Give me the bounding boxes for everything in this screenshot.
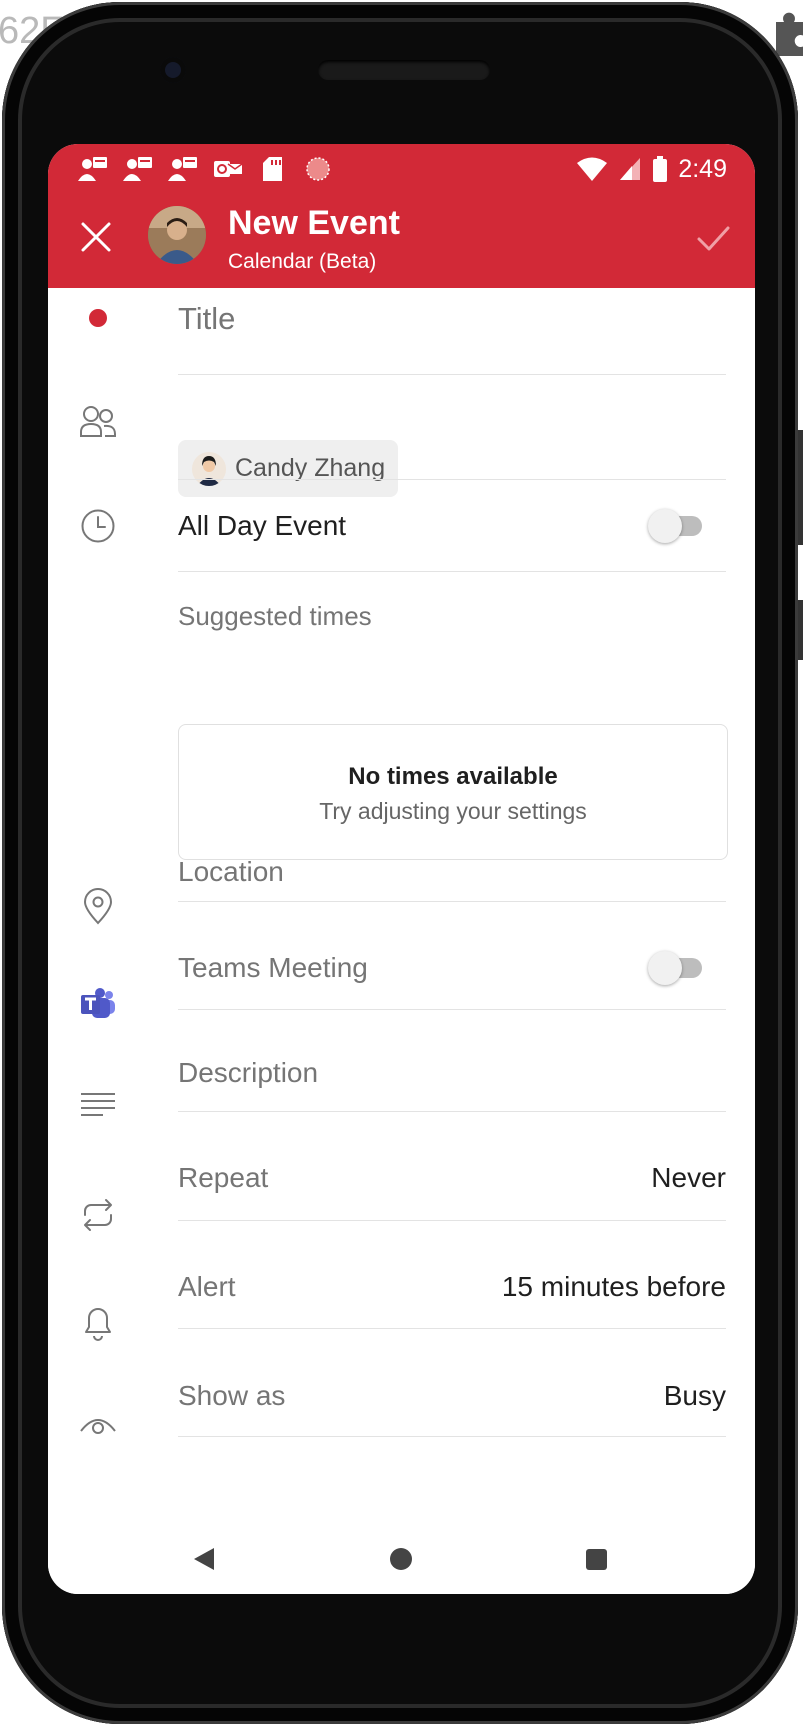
back-button[interactable] <box>194 1548 214 1570</box>
phone-frame: 2:49 New Event Calendar (Beta) Title Can… <box>2 2 798 1724</box>
teams-toggle-knob <box>648 951 682 985</box>
sync-icon <box>303 155 333 183</box>
divider <box>178 1111 726 1112</box>
account-avatar[interactable] <box>148 206 206 264</box>
bell-icon <box>78 1302 118 1342</box>
clock-icon <box>78 506 118 546</box>
home-button[interactable] <box>390 1548 412 1570</box>
page-title: New Event <box>228 204 400 242</box>
battery-icon <box>653 156 668 182</box>
calendar-name: Calendar (Beta) <box>228 250 377 273</box>
app-header: 2:49 New Event Calendar (Beta) <box>48 144 755 288</box>
all-day-label: All Day Event <box>178 510 347 541</box>
save-check-icon[interactable] <box>695 220 731 256</box>
front-camera <box>160 57 186 83</box>
divider <box>178 374 726 375</box>
divider <box>178 571 726 572</box>
system-status: 2:49 <box>576 150 727 188</box>
teams-meeting-label: Teams Meeting <box>178 952 368 983</box>
outlook-notification-icon <box>213 155 243 183</box>
all-day-toggle[interactable] <box>648 509 706 543</box>
teams-notification-icon <box>168 155 198 183</box>
phone-screen: 2:49 New Event Calendar (Beta) Title Can… <box>48 144 755 1594</box>
people-icon <box>78 402 118 442</box>
attendee-chip[interactable]: Candy Zhang <box>178 440 398 497</box>
suggested-times-card: No times available Try adjusting your se… <box>178 724 728 860</box>
recents-button[interactable] <box>586 1549 607 1570</box>
no-times-title: No times available <box>348 763 558 790</box>
description-lines-icon <box>78 1084 118 1124</box>
location-pin-icon <box>78 886 118 926</box>
repeat-value[interactable]: Never <box>651 1162 726 1194</box>
show-as-label[interactable]: Show as <box>178 1380 285 1412</box>
suggested-times-heading: Suggested times <box>178 601 372 631</box>
close-icon[interactable] <box>78 219 114 255</box>
divider <box>178 479 726 480</box>
repeat-label[interactable]: Repeat <box>178 1162 268 1194</box>
location-input[interactable]: Location <box>178 856 284 888</box>
attendee-avatar <box>192 451 226 486</box>
alert-value[interactable]: 15 minutes before <box>502 1271 726 1303</box>
eye-icon <box>78 1406 118 1446</box>
calendar-color-dot-icon <box>78 298 118 338</box>
wifi-icon <box>577 157 608 181</box>
all-day-toggle-knob <box>648 509 682 543</box>
divider <box>178 1328 726 1329</box>
notification-icons <box>78 150 333 188</box>
cellular-signal-icon <box>620 158 641 180</box>
earpiece-speaker <box>318 60 490 80</box>
divider <box>178 1220 726 1221</box>
teams-notification-icon <box>123 155 153 183</box>
no-times-subtitle: Try adjusting your settings <box>319 798 587 824</box>
repeat-icon <box>78 1195 118 1235</box>
teams-notification-icon <box>78 155 108 183</box>
divider <box>178 1009 726 1010</box>
divider <box>178 901 726 902</box>
description-input[interactable]: Description <box>178 1057 318 1089</box>
title-input[interactable]: Title <box>178 301 235 337</box>
teams-meeting-toggle[interactable] <box>648 951 706 985</box>
teams-icon <box>78 984 118 1024</box>
divider <box>178 1436 726 1437</box>
alert-label[interactable]: Alert <box>178 1271 236 1303</box>
show-as-value[interactable]: Busy <box>664 1380 726 1412</box>
sd-card-icon <box>258 155 288 183</box>
status-time: 2:49 <box>678 154 727 183</box>
android-nav-bar <box>48 1520 755 1594</box>
